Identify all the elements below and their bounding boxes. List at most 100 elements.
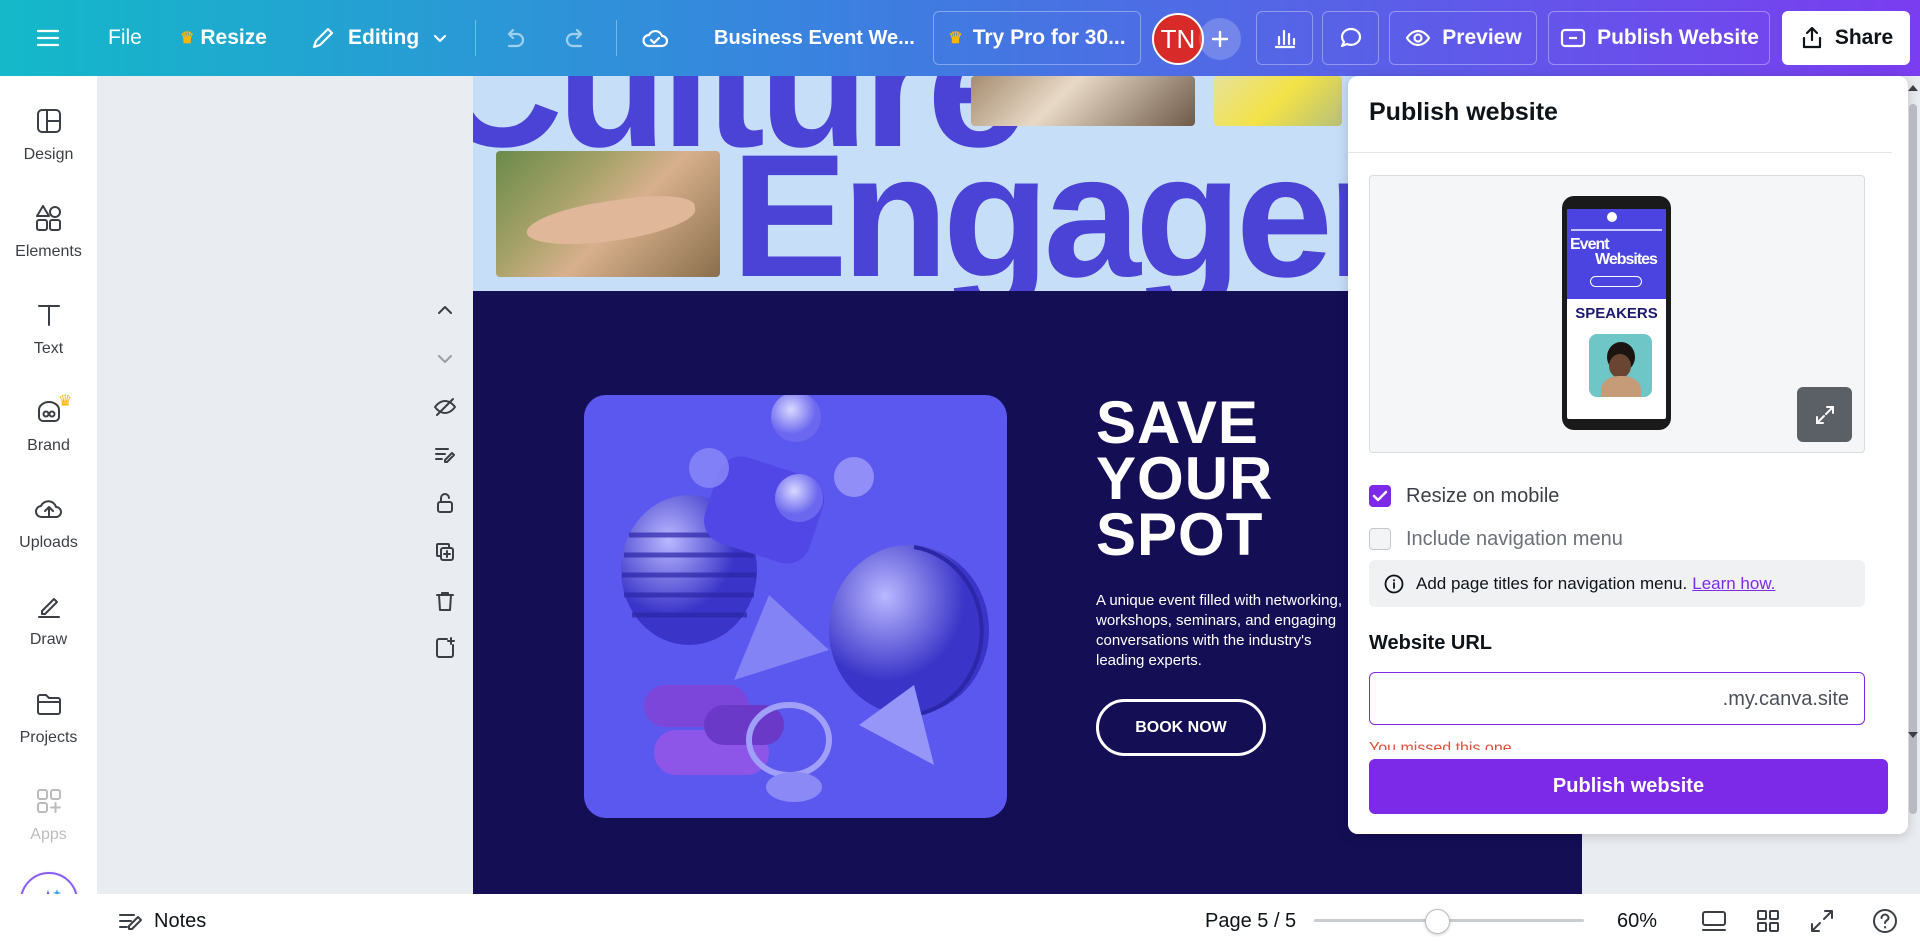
preview-button[interactable]: Preview: [1389, 11, 1537, 65]
add-page-icon: [436, 637, 455, 658]
delete-page-button[interactable]: [430, 586, 460, 616]
navigation-info-box: Add page titles for navigation menu. Lea…: [1369, 560, 1865, 607]
help-button[interactable]: [1870, 894, 1900, 948]
undo-button[interactable]: [500, 0, 528, 76]
book-now-label: BOOK NOW: [1135, 718, 1227, 736]
comments-button[interactable]: [1322, 11, 1379, 65]
grid-view-button[interactable]: [1754, 894, 1782, 948]
redo-icon: [565, 28, 583, 48]
sidebar-item-uploads[interactable]: Uploads: [0, 494, 97, 552]
info-text: Add page titles for navigation menu.: [1416, 573, 1688, 593]
invite-plus-button[interactable]: [1199, 18, 1241, 60]
publish-website-submit-button[interactable]: Publish website: [1369, 759, 1888, 814]
website-icon: [1560, 28, 1586, 48]
sidebar-label: Draw: [29, 631, 68, 648]
pages-view-button[interactable]: [1700, 894, 1728, 948]
hand-photo[interactable]: [496, 151, 720, 277]
sidebar-item-elements[interactable]: Elements: [0, 203, 97, 261]
page-down-button[interactable]: [430, 344, 460, 374]
unlock-icon: [437, 493, 453, 513]
save-your-spot-heading[interactable]: SAVE YOUR SPOT: [1096, 389, 1273, 565]
hamburger-icon: [36, 29, 60, 47]
zoom-level-button[interactable]: 60%: [1617, 894, 1657, 948]
notes-icon: [119, 914, 142, 930]
sidebar-label: Projects: [19, 729, 78, 746]
try-pro-label: Try Pro for 30...: [972, 26, 1126, 49]
hand-shape: [524, 189, 698, 253]
sidebar-item-draw[interactable]: Draw: [0, 591, 97, 649]
toolbar-divider: [475, 20, 476, 56]
text-icon: [37, 305, 60, 326]
speaker-face: [1609, 354, 1631, 378]
apps-icon: [36, 789, 61, 813]
expand-preview-button[interactable]: [1797, 387, 1852, 442]
phone-button: [1590, 276, 1642, 287]
editing-label: Editing: [348, 26, 420, 49]
heading-line: SAVE: [1096, 389, 1259, 456]
learn-how-link[interactable]: Learn how.: [1692, 574, 1775, 594]
cloud-save-status[interactable]: [640, 0, 670, 76]
scroll-thumb[interactable]: [1909, 104, 1917, 814]
redo-button[interactable]: [562, 0, 590, 76]
sidebar-label: Apps: [30, 826, 67, 843]
page-notes-button[interactable]: [430, 440, 460, 470]
pencil-icon: [312, 27, 334, 49]
chevron-down-icon: [438, 355, 452, 363]
share-icon: [1802, 26, 1821, 49]
document-title-text: Business Event We...: [714, 26, 915, 49]
share-button[interactable]: Share: [1782, 11, 1910, 65]
fullscreen-button[interactable]: [1808, 894, 1836, 948]
panel-scrollbar[interactable]: [1906, 76, 1920, 846]
scroll-down-arrow-icon[interactable]: [1906, 728, 1920, 742]
insights-button[interactable]: [1256, 11, 1313, 65]
phone-mockup: Event Websites SPEAKERS: [1562, 196, 1671, 430]
publish-button-label: Publish website: [1552, 775, 1705, 797]
phone-hero: Event Websites: [1567, 209, 1666, 299]
include-navigation-checkbox[interactable]: [1369, 528, 1391, 550]
duplicate-page-button[interactable]: [430, 537, 460, 567]
website-url-label: Website URL: [1369, 632, 1492, 654]
event-description[interactable]: A unique event filled with networking, w…: [1096, 591, 1351, 671]
main-menu-button[interactable]: [34, 0, 62, 76]
3d-shapes-artwork[interactable]: [584, 395, 1007, 818]
fullscreen-icon: [1811, 910, 1833, 932]
sidebar-item-brand[interactable]: ♛ Brand: [0, 393, 97, 455]
check-icon: [1372, 490, 1388, 502]
sidebar-item-text[interactable]: Text: [0, 300, 97, 358]
avatar[interactable]: TN: [1152, 13, 1204, 65]
document-title[interactable]: Business Event We...: [714, 0, 915, 76]
publish-website-label: Publish Website: [1597, 26, 1759, 49]
phone-nav: [1571, 229, 1662, 231]
page-up-button[interactable]: [430, 295, 460, 325]
book-now-button[interactable]: BOOK NOW: [1096, 699, 1266, 756]
edit-lines-icon: [435, 448, 455, 463]
sidebar-label: Uploads: [19, 534, 78, 551]
hide-page-button[interactable]: [430, 392, 460, 422]
editing-mode-button[interactable]: Editing: [310, 0, 449, 76]
resize-button[interactable]: ♛ Resize: [180, 0, 267, 76]
scroll-up-arrow-icon[interactable]: [1906, 81, 1920, 95]
zoom-slider-knob[interactable]: [1425, 909, 1450, 934]
page-indicator[interactable]: Page 5 / 5: [1205, 894, 1296, 948]
add-page-button[interactable]: [430, 633, 460, 663]
sidebar-label: Brand: [27, 437, 70, 454]
include-navigation-label[interactable]: Include navigation menu: [1406, 528, 1623, 551]
website-url-input[interactable]: [1384, 683, 1714, 715]
chevron-up-icon: [438, 306, 452, 314]
file-menu[interactable]: File: [108, 0, 142, 76]
sidebar-item-design[interactable]: Design: [0, 106, 97, 164]
url-suffix: .my.canva.site: [1722, 688, 1849, 710]
sidebar-item-projects[interactable]: Projects: [0, 689, 97, 747]
website-url-field[interactable]: .my.canva.site: [1369, 672, 1865, 725]
resize-on-mobile-label[interactable]: Resize on mobile: [1406, 485, 1559, 508]
notes-button[interactable]: Notes: [116, 894, 206, 948]
help-icon: [1873, 909, 1897, 933]
sidebar-item-apps[interactable]: Apps: [0, 786, 97, 844]
resize-on-mobile-checkbox[interactable]: [1369, 485, 1391, 507]
publish-website-button[interactable]: Publish Website: [1548, 11, 1770, 65]
pages-icon: [1702, 911, 1726, 931]
phone-screen: Event Websites SPEAKERS: [1567, 209, 1666, 419]
lock-page-button[interactable]: [430, 488, 460, 518]
panel-divider: [1348, 152, 1892, 153]
try-pro-button[interactable]: ♛ Try Pro for 30...: [933, 11, 1141, 65]
